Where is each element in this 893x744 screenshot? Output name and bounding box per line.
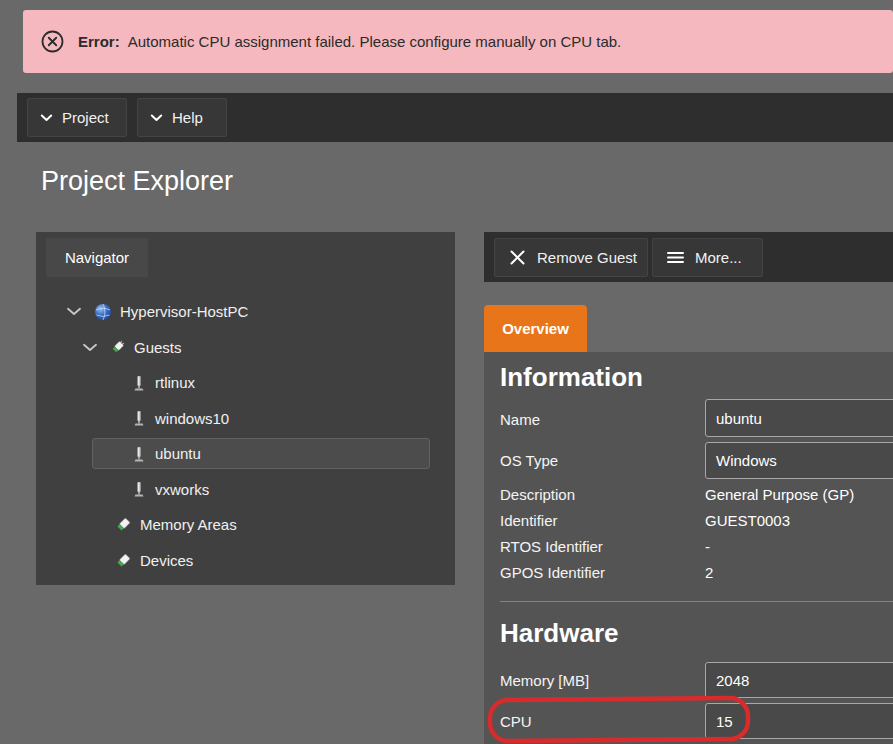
device-icon: [115, 552, 132, 569]
tree-item-label: vxworks: [155, 481, 209, 498]
remove-guest-label: Remove Guest: [537, 249, 637, 266]
chevron-down-icon: [40, 114, 53, 122]
hardware-heading: Hardware: [500, 618, 619, 649]
tab-overview[interactable]: Overview: [484, 305, 587, 352]
identifier-label: Identifier: [500, 512, 558, 529]
tree-item-label: Memory Areas: [140, 516, 237, 533]
project-menu-label: Project: [62, 109, 109, 126]
name-label: Name: [500, 411, 540, 428]
tree-item-memory-areas[interactable]: Memory Areas: [36, 507, 455, 543]
plug-icon: [110, 339, 126, 355]
tree-item-label: ubuntu: [155, 445, 201, 462]
description-label: Description: [500, 486, 575, 503]
memory-icon: [115, 516, 132, 533]
name-input[interactable]: [705, 399, 893, 437]
memory-input[interactable]: [705, 662, 893, 698]
os-type-select[interactable]: Windows: [705, 442, 893, 479]
page-title: Project Explorer: [41, 166, 233, 197]
tree-item-devices[interactable]: Devices: [36, 543, 455, 579]
cpu-input[interactable]: [705, 703, 893, 739]
chevron-down-icon[interactable]: [82, 343, 98, 352]
tree-item-vxworks[interactable]: vxworks: [36, 472, 455, 508]
cpu-label: CPU: [500, 713, 532, 730]
vm-icon: [131, 409, 147, 427]
error-circle-x-icon: [40, 29, 65, 54]
error-message: Automatic CPU assignment failed. Please …: [128, 33, 622, 50]
tree-item-guests[interactable]: Guests: [36, 330, 455, 366]
tree-item-label: windows10: [155, 410, 229, 427]
tree-item-label: rtlinux: [155, 374, 195, 391]
os-type-label: OS Type: [500, 452, 558, 469]
chevron-down-icon: [150, 114, 163, 122]
memory-label: Memory [MB]: [500, 672, 589, 689]
vm-icon: [131, 445, 147, 463]
tree-item-windows10[interactable]: windows10: [36, 401, 455, 437]
more-label: More...: [695, 249, 742, 266]
overview-content-panel: Information Name OS Type Windows Descrip…: [484, 352, 893, 744]
menubar: Project Help: [17, 93, 893, 142]
detail-toolbar: Remove Guest More...: [484, 232, 893, 282]
gpos-identifier-value: 2: [705, 564, 713, 581]
navigator-tab[interactable]: Navigator: [46, 238, 148, 277]
tree-item-rtlinux[interactable]: rtlinux: [36, 365, 455, 401]
os-type-value: Windows: [716, 452, 777, 469]
vm-icon: [131, 480, 147, 498]
tree-item-label: Hypervisor-HostPC: [120, 303, 248, 320]
gpos-identifier-label: GPOS Identifier: [500, 564, 605, 581]
navigator-tree: Hypervisor-HostPC Guests rtlinux windows10 u…: [36, 294, 455, 578]
navigator-panel: Navigator Hypervisor-HostPC Guests rtlinux…: [36, 232, 455, 585]
chevron-down-icon[interactable]: [66, 307, 82, 316]
identifier-value: GUEST0003: [705, 512, 790, 529]
help-menu-button[interactable]: Help: [137, 98, 227, 137]
tree-item-ubuntu[interactable]: ubuntu: [36, 436, 455, 472]
globe-icon: [94, 303, 112, 321]
vm-icon: [131, 374, 147, 392]
error-label: Error:: [78, 33, 120, 50]
hamburger-icon: [667, 251, 684, 264]
help-menu-label: Help: [172, 109, 203, 126]
tree-item-hypervisor-hostpc[interactable]: Hypervisor-HostPC: [36, 294, 455, 330]
tree-item-label: Guests: [134, 339, 182, 356]
information-heading: Information: [500, 362, 643, 393]
rtos-identifier-label: RTOS Identifier: [500, 538, 603, 555]
x-icon: [509, 249, 526, 266]
rtos-identifier-value: -: [705, 538, 710, 555]
description-value: General Purpose (GP): [705, 486, 854, 503]
tree-item-label: Devices: [140, 552, 193, 569]
remove-guest-button[interactable]: Remove Guest: [494, 238, 648, 277]
more-button[interactable]: More...: [652, 238, 763, 277]
error-banner: Error: Automatic CPU assignment failed. …: [23, 10, 893, 73]
section-divider: [500, 601, 893, 602]
project-menu-button[interactable]: Project: [27, 98, 127, 137]
